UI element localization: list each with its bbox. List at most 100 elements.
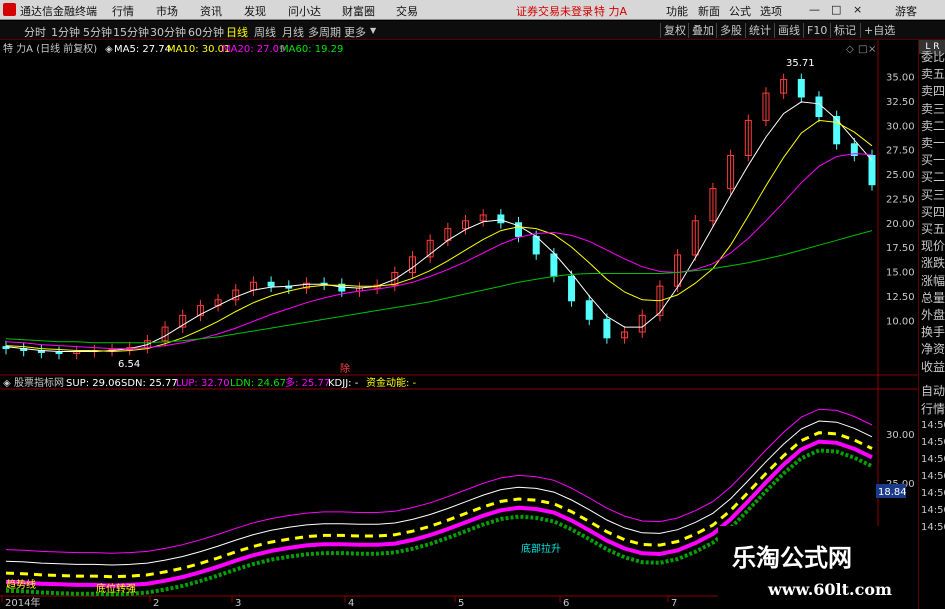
- date-tick-label: 5: [458, 598, 464, 609]
- indicator-title: 股票指标网: [14, 376, 64, 389]
- time-label: 14:50: [921, 471, 945, 482]
- period-1min[interactable]: 1分钟: [51, 24, 80, 40]
- date-axis: 2014年 2 3 4 5 6 7: [1, 596, 677, 609]
- price-tick-label: 32.50: [886, 97, 915, 108]
- watermark-url: www.60lt.com: [768, 580, 892, 599]
- candle-body: [568, 275, 576, 302]
- time-label: 14:50: [921, 420, 945, 431]
- sidebar-item[interactable]: 外盘: [921, 306, 945, 323]
- chart-diamond-icon[interactable]: ◇: [846, 44, 854, 55]
- ind-lup-label: LUP: 32.70: [176, 378, 230, 389]
- price-tick-label: 22.50: [886, 194, 915, 205]
- ind-duo-label: 多: 25.77: [285, 376, 330, 389]
- sidebar-item[interactable]: 涨跌: [921, 254, 945, 271]
- sidebar-item[interactable]: 换手: [921, 323, 945, 340]
- sidebar-item[interactable]: 买五: [921, 220, 945, 237]
- sidebar-item[interactable]: 卖二: [921, 117, 945, 134]
- main-chart-title: 特 力A (日线 前复权): [3, 42, 97, 55]
- tool-mark[interactable]: 标记: [830, 23, 859, 38]
- price-tick-label: 20.00: [886, 219, 915, 230]
- login-warning[interactable]: 证券交易未登录: [516, 3, 593, 19]
- ind-kdjj-label: KDJJ: -: [328, 378, 359, 389]
- time-label: 14:50: [921, 505, 945, 516]
- menu-item-ask[interactable]: 问小达: [288, 3, 321, 19]
- price-tick-label: 30.00: [886, 121, 915, 132]
- price-tick-label: 10.00: [886, 316, 915, 327]
- candlestick-series: [2, 73, 876, 360]
- menu-item-news[interactable]: 资讯: [200, 3, 222, 19]
- price-tick-label: 27.50: [886, 146, 915, 157]
- sidebar-item[interactable]: 总量: [921, 289, 945, 306]
- tool-f10[interactable]: F10: [803, 23, 830, 38]
- period-15min[interactable]: 15分钟: [113, 24, 149, 40]
- close-icon[interactable]: ×: [853, 3, 862, 16]
- sidebar-item[interactable]: 委比: [921, 48, 945, 65]
- period-multi[interactable]: 多周期: [308, 24, 341, 40]
- sidebar-item[interactable]: 卖四: [921, 82, 945, 99]
- minimize-icon[interactable]: —: [809, 3, 820, 16]
- sidebar-item[interactable]: 买一: [921, 151, 945, 168]
- period-weekly[interactable]: 周线: [254, 24, 276, 40]
- sidebar-item[interactable]: 卖五: [921, 65, 945, 82]
- sidebar-item[interactable]: 买三: [921, 186, 945, 203]
- ma60-label: MA60: 19.29: [280, 44, 343, 55]
- sidebar-item[interactable]: 卖三: [921, 100, 945, 117]
- menu-item-trade[interactable]: 交易: [396, 3, 418, 19]
- restore-icon[interactable]: □: [831, 3, 841, 16]
- trend-line-annotation: 趋势线: [6, 578, 36, 591]
- sidebar-item[interactable]: 卖一: [921, 134, 945, 151]
- candle-body: [550, 253, 558, 277]
- tool-overlay[interactable]: 叠加: [688, 23, 717, 38]
- tool-stats[interactable]: 统计: [745, 23, 774, 38]
- function-menu[interactable]: 功能: [666, 3, 688, 19]
- date-tick-label: 6: [563, 598, 569, 609]
- tool-draw[interactable]: 画线: [774, 23, 803, 38]
- more-chevron-icon[interactable]: ▼: [370, 26, 376, 35]
- menu-item-market[interactable]: 市场: [156, 3, 178, 19]
- kline-chart[interactable]: 特 力A (日线 前复权) ◈ MA5: 27.74 MA10: 30.01 M…: [0, 40, 918, 609]
- period-more[interactable]: 更多: [344, 24, 366, 40]
- new-page-menu[interactable]: 新面: [698, 3, 720, 19]
- period-intraday[interactable]: 分时: [24, 24, 46, 40]
- candle-body: [833, 116, 841, 145]
- ma10-label: MA10: 30.01: [167, 44, 230, 55]
- period-5min[interactable]: 5分钟: [83, 24, 112, 40]
- sidebar-item[interactable]: 涨幅: [921, 272, 945, 289]
- guest-label[interactable]: 游客: [895, 3, 917, 19]
- period-60min[interactable]: 60分钟: [188, 24, 224, 40]
- chart-expand-icon[interactable]: □: [858, 44, 867, 55]
- ma20-line: [5, 153, 873, 350]
- candle-body: [815, 96, 823, 117]
- price-tick-label: 35.00: [886, 73, 915, 84]
- period-daily[interactable]: 日线: [226, 24, 248, 40]
- sidebar-item[interactable]: 现价: [921, 237, 945, 254]
- bottom-rise-annotation: 底部拉升: [521, 542, 561, 555]
- ma10-line: [5, 119, 873, 353]
- sidebar-auto-item[interactable]: 自动: [921, 382, 945, 399]
- period-30min[interactable]: 30分钟: [150, 24, 186, 40]
- tool-multi-stock[interactable]: 多股: [716, 23, 745, 38]
- menu-item-community[interactable]: 财富圈: [342, 3, 375, 19]
- options-menu[interactable]: 选项: [760, 3, 782, 19]
- price-tick-label: 17.50: [886, 243, 915, 254]
- watermark: 乐淘公式网 www.60lt.com: [718, 526, 918, 609]
- time-label: 14:50: [921, 522, 945, 533]
- sidebar-item[interactable]: 买二: [921, 168, 945, 185]
- chart-close-icon[interactable]: ×: [868, 44, 876, 55]
- price-tick-label: 12.50: [886, 292, 915, 303]
- tool-add-watch[interactable]: +自选: [860, 23, 898, 38]
- candle-body: [267, 281, 275, 287]
- period-toolbar: 分时 1分钟 5分钟 15分钟 30分钟 60分钟 日线 周线 月线 多周期 更…: [0, 21, 945, 40]
- menu-item-discover[interactable]: 发现: [244, 3, 266, 19]
- date-tick-label: 2: [153, 598, 159, 609]
- sidebar-auto-item[interactable]: 行情: [921, 400, 945, 417]
- period-monthly[interactable]: 月线: [282, 24, 304, 40]
- low-price-label: 6.54: [118, 359, 140, 370]
- sidebar-item[interactable]: 净资: [921, 340, 945, 357]
- sidebar-item[interactable]: 收益: [921, 358, 945, 375]
- price-axis: 35.00 32.50 30.00 27.50 25.00 22.50 20.00 17.50…: [886, 73, 915, 328]
- tool-adjust[interactable]: 复权: [660, 23, 689, 38]
- sidebar-item[interactable]: 买四: [921, 203, 945, 220]
- menu-item-quotes[interactable]: 行情: [112, 3, 134, 19]
- formula-menu[interactable]: 公式: [729, 3, 751, 19]
